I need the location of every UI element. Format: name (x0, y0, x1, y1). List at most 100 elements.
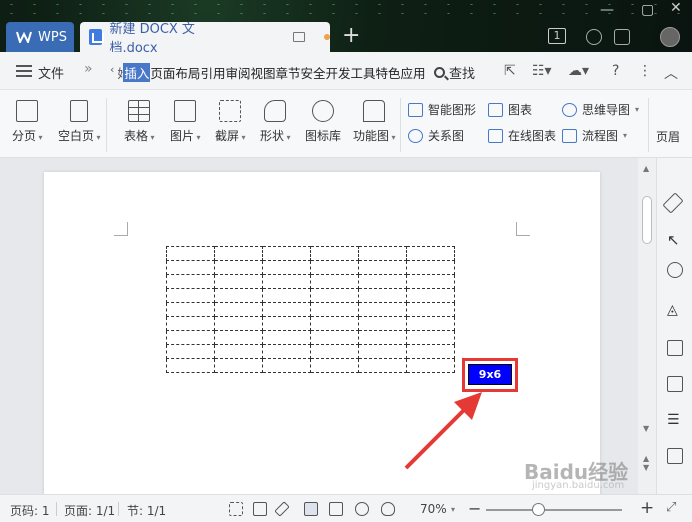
maximize-icon[interactable]: ▢ (641, 2, 654, 18)
scrollbar-thumb[interactable] (642, 196, 652, 244)
find-button[interactable]: 查找 (434, 63, 475, 82)
tools-icon[interactable]: ☷▾ (532, 63, 552, 79)
zoom-slider[interactable] (486, 503, 622, 516)
zoom-level[interactable]: 70% (420, 502, 447, 516)
ribbon-divider (400, 98, 401, 152)
outline-view-icon[interactable] (329, 502, 343, 516)
vertical-scrollbar[interactable]: ▲ ▼ ▲ ▼ (638, 158, 656, 494)
blank-page-button[interactable]: 空白页 (58, 100, 101, 144)
skin-icon[interactable] (614, 29, 630, 45)
eye-protection-icon[interactable] (381, 502, 395, 516)
tab-special-apps[interactable]: 特色应用 (376, 63, 426, 82)
pen-tool-icon[interactable] (662, 192, 684, 214)
tab-developer-tools[interactable]: 开发工具 (326, 63, 376, 82)
icon-library-icon (312, 100, 334, 122)
tab-references[interactable]: 引用 (200, 63, 225, 82)
close-window-icon[interactable]: ✕ (670, 0, 682, 16)
hamburger-menu-icon[interactable] (16, 65, 32, 77)
icon-library-button[interactable]: 图标库 (305, 100, 341, 144)
page-view-icon[interactable] (304, 502, 318, 516)
mind-map-label: 思维导图 (582, 103, 631, 117)
online-chart-button[interactable]: 在线图表 (488, 127, 556, 144)
flowchart-button[interactable]: 流程图 ▾ (562, 127, 627, 144)
relation-chart-button[interactable]: 关系图 (408, 127, 464, 144)
table-panel-icon[interactable] (667, 340, 683, 356)
document-tab[interactable]: 新建 DOCX 文档.docx (80, 22, 330, 56)
layout-icon[interactable] (667, 376, 683, 392)
find-label: 查找 (449, 67, 476, 82)
fullscreen-icon[interactable] (229, 502, 243, 516)
header-label: 页眉 (656, 130, 681, 144)
mind-map-button[interactable]: 思维导图 ▾ (562, 101, 639, 118)
window-count-badge[interactable]: 1 (548, 28, 566, 44)
menu-bar: 文件 » ‹ 始 插入 页面布局 引用 审阅 视图 章节 安全 开发工具 特色应… (0, 52, 692, 90)
screen-mode-icon[interactable] (292, 32, 306, 42)
share-icon[interactable]: ⇱ (504, 63, 516, 79)
cloud-status-icon[interactable]: ☁▾ (568, 63, 589, 79)
file-menu[interactable]: 文件 (38, 63, 64, 82)
status-bar: 页码: 1 页面: 1/1 节: 1/1 70% ▾ − + ⤢ (0, 494, 692, 522)
smart-graphic-button[interactable]: 智能图形 (408, 101, 476, 118)
shape-button[interactable]: 形状 (260, 100, 291, 144)
chart-button[interactable]: 图表 (488, 101, 532, 118)
watermark-url: jingyan.baidu.com (532, 480, 625, 491)
blank-page-icon (70, 100, 89, 122)
search-icon (434, 67, 445, 78)
user-avatar[interactable] (660, 27, 680, 47)
document-page[interactable]: 9x6 (44, 172, 600, 502)
wps-home-tab[interactable]: WPS (6, 22, 74, 52)
picture-panel-icon[interactable] (667, 448, 683, 464)
shape-label: 形状 (260, 127, 291, 144)
screenshot-button[interactable]: 截屏 (215, 100, 246, 144)
zoom-in-icon[interactable]: + (640, 498, 654, 518)
page-number[interactable]: 页码: 1 (10, 502, 50, 519)
tab-insert[interactable]: 插入 (123, 63, 151, 82)
table-button[interactable]: 表格 (124, 100, 155, 144)
relation-chart-icon (408, 128, 423, 143)
minimize-icon[interactable]: — (600, 2, 614, 18)
more-dots-icon[interactable]: ⋮ (638, 63, 652, 79)
page-count[interactable]: 页面: 1/1 (64, 502, 115, 519)
tab-page-layout[interactable]: 页面布局 (150, 63, 200, 82)
scroll-down-icon[interactable]: ▼ (643, 424, 649, 433)
page-break-label: 分页 (12, 127, 43, 144)
style-icon[interactable] (667, 262, 683, 278)
tab-review[interactable]: 审阅 (225, 63, 250, 82)
fill-icon[interactable]: ◬ (667, 302, 683, 318)
wps-tab-label: WPS (38, 29, 67, 45)
page-break-icon (16, 100, 39, 122)
menu-tabs: ‹ 始 插入 页面布局 引用 审阅 视图 章节 安全 开发工具 特色应用 (110, 63, 426, 82)
more-menus-chevron-icon[interactable]: » (84, 61, 93, 77)
tab-sections[interactable]: 章节 (275, 63, 300, 82)
web-view-icon[interactable] (355, 502, 369, 516)
adjust-icon[interactable]: ☰ (667, 412, 683, 428)
online-chart-label: 在线图表 (508, 129, 557, 143)
read-mode-icon[interactable] (253, 502, 267, 516)
smart-graphic-icon (408, 102, 423, 117)
zoom-slider-knob[interactable] (532, 503, 545, 516)
scroll-up-icon[interactable]: ▲ (643, 164, 649, 173)
fit-width-icon[interactable]: ⤢ (666, 500, 676, 515)
function-chart-icon (363, 100, 386, 122)
new-tab-button[interactable]: + (342, 24, 360, 48)
table-label: 表格 (124, 127, 155, 144)
page-break-button[interactable]: 分页 (12, 100, 43, 144)
page-nav-icon[interactable]: ▲ ▼ (643, 454, 649, 472)
tab-view[interactable]: 视图 (250, 63, 275, 82)
menu-scroll-left-icon[interactable]: ‹ (110, 63, 114, 82)
zoom-dropdown-icon[interactable]: ▾ (451, 505, 455, 514)
collapse-ribbon-icon[interactable]: ︿ (664, 63, 678, 83)
section-count[interactable]: 节: 1/1 (127, 502, 166, 519)
chart-label: 图表 (508, 103, 533, 117)
picture-button[interactable]: 图片 (170, 100, 201, 144)
ribbon-divider (648, 98, 649, 152)
help-icon[interactable]: ? (612, 63, 619, 79)
zoom-out-icon[interactable]: − (468, 499, 481, 518)
edit-mode-icon[interactable] (274, 501, 290, 517)
mind-map-dropdown-icon: ▾ (635, 105, 640, 114)
cloud-sync-icon[interactable] (586, 29, 602, 45)
header-button[interactable]: 页眉 (656, 128, 680, 145)
tab-security[interactable]: 安全 (301, 63, 326, 82)
function-chart-button[interactable]: 功能图 (353, 100, 396, 144)
select-pointer-icon[interactable]: ↖ (667, 232, 683, 248)
